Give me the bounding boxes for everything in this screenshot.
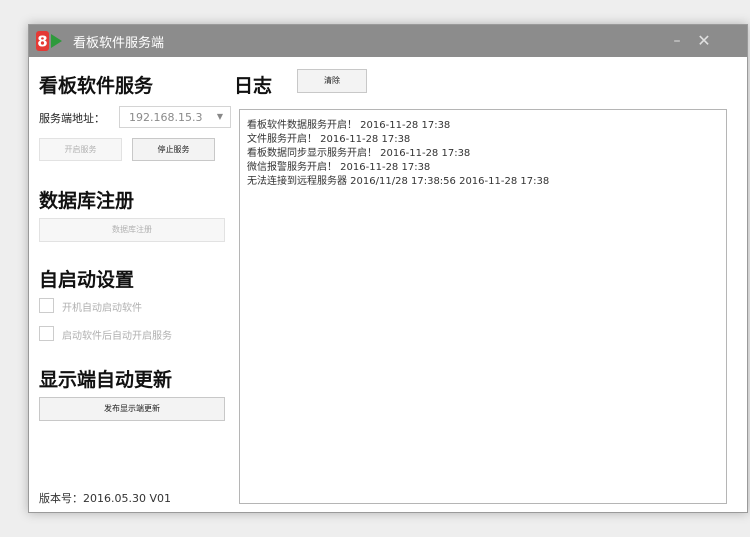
svg-text:8: 8 — [37, 33, 47, 51]
service-heading: 看板软件服务 — [39, 75, 154, 97]
log-line: 文件服务开启！ 2016-11-28 17:38 — [247, 134, 411, 145]
minimize-icon: – — [673, 33, 681, 49]
stop-service-button[interactable]: 停止服务 — [132, 138, 215, 161]
autostart-service-label: 启动软件后自动开启服务 — [62, 331, 172, 342]
version-text: 版本号：2016.05.30 V01 — [39, 492, 171, 505]
update-heading: 显示端自动更新 — [39, 369, 173, 391]
start-service-button[interactable]: 开启服务 — [39, 138, 122, 161]
clear-log-button[interactable]: 清除 — [297, 69, 367, 93]
minimize-button[interactable]: – — [666, 30, 688, 52]
close-button[interactable]: ✕ — [693, 30, 715, 52]
chevron-down-icon: ▼ — [216, 112, 223, 121]
window-title: 看板软件服务端 — [73, 36, 165, 51]
log-textarea[interactable]: 看板软件数据服务开启！ 2016-11-28 17:38 文件服务开启！ 201… — [239, 109, 727, 504]
app-logo-icon: 8 — [36, 31, 62, 51]
log-line: 微信报警服务开启！ 2016-11-28 17:38 — [247, 162, 431, 173]
server-address-value: 192.168.15.3 — [129, 111, 203, 124]
close-icon: ✕ — [697, 31, 711, 50]
log-line: 看板软件数据服务开启！ 2016-11-28 17:38 — [247, 120, 451, 131]
autostart-software-label: 开机自动启动软件 — [62, 303, 142, 314]
log-line: 看板数据同步显示服务开启！ 2016-11-28 17:38 — [247, 148, 471, 159]
title-bar[interactable]: 8 看板软件服务端 – ✕ — [29, 25, 747, 57]
log-heading: 日志 — [234, 75, 273, 97]
publish-update-button[interactable]: 发布显示端更新 — [39, 397, 225, 421]
autostart-software-checkbox[interactable] — [39, 298, 54, 313]
db-register-button[interactable]: 数据库注册 — [39, 218, 225, 242]
server-address-label: 服务端地址： — [39, 112, 105, 125]
log-line: 无法连接到远程服务器 2016/11/28 17:38:56 2016-11-2… — [247, 176, 550, 187]
db-heading: 数据库注册 — [39, 190, 135, 212]
autostart-heading: 自启动设置 — [39, 269, 135, 291]
server-address-select[interactable]: 192.168.15.3 ▼ — [119, 106, 231, 128]
app-window: 8 看板软件服务端 – ✕ 看板软件服务 服务端地址： 192.168.15.3… — [28, 24, 748, 513]
autostart-service-checkbox[interactable] — [39, 326, 54, 341]
